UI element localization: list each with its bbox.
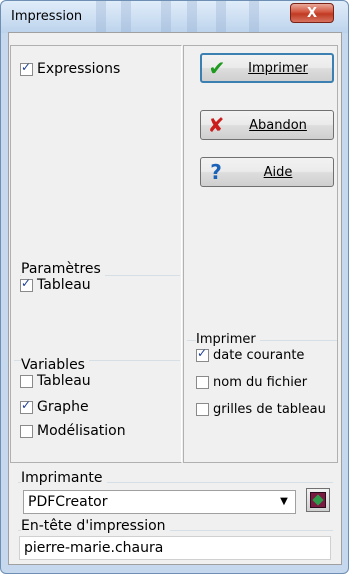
variables-modelisation-label: Modélisation bbox=[37, 423, 126, 439]
variables-modelisation-checkbox[interactable] bbox=[20, 424, 33, 438]
nom-fichier-checkbox[interactable] bbox=[196, 376, 209, 389]
imprimer-button[interactable]: ✔ Imprimer bbox=[200, 53, 334, 83]
aide-button-label: Aide bbox=[263, 164, 293, 180]
printer-select-value: PDFCreator bbox=[28, 494, 108, 510]
printer-setup-button[interactable] bbox=[306, 488, 330, 512]
date-courante-label: date courante bbox=[213, 348, 305, 363]
grilles-tableau-label: grilles de tableau bbox=[213, 402, 326, 417]
printer-select[interactable]: PDFCreator ▼ bbox=[23, 490, 296, 514]
date-courante-row[interactable]: date courante bbox=[196, 346, 305, 363]
abandon-button-label: Abandon bbox=[249, 117, 307, 133]
entete-input-value: pierre-marie.chaura bbox=[24, 540, 164, 556]
help-icon: ? bbox=[210, 160, 222, 184]
variables-tableau-label: Tableau bbox=[37, 373, 91, 389]
variables-tableau-checkbox[interactable] bbox=[20, 374, 33, 388]
date-courante-checkbox[interactable] bbox=[196, 346, 209, 362]
grilles-tableau-row[interactable]: grilles de tableau bbox=[196, 402, 326, 417]
parametres-tableau-label: Tableau bbox=[37, 277, 91, 293]
close-button[interactable]: X bbox=[290, 3, 334, 23]
nom-fichier-label: nom du fichier bbox=[213, 375, 308, 390]
imprimer-group-legend: Imprimer bbox=[196, 332, 260, 347]
title-bar: Impression X bbox=[1, 1, 348, 33]
abandon-button[interactable]: ✘ Abandon bbox=[200, 110, 334, 140]
aide-button[interactable]: ? Aide bbox=[200, 157, 334, 187]
nom-fichier-row[interactable]: nom du fichier bbox=[196, 375, 307, 390]
cross-icon: ✘ bbox=[207, 113, 225, 137]
window-title: Impression bbox=[11, 9, 83, 24]
check-icon: ✔ bbox=[208, 56, 226, 80]
variables-graphe-checkbox[interactable] bbox=[20, 398, 33, 414]
expressions-checkbox-row[interactable]: Expressions bbox=[20, 60, 121, 77]
variables-legend: Variables bbox=[21, 357, 89, 373]
imprimante-label: Imprimante bbox=[21, 470, 107, 486]
grilles-tableau-checkbox[interactable] bbox=[196, 403, 209, 416]
variables-modelisation-row[interactable]: Modélisation bbox=[20, 423, 126, 439]
parametres-tableau-row[interactable]: Tableau bbox=[20, 276, 91, 293]
variables-graphe-label: Graphe bbox=[37, 399, 89, 415]
printer-setup-icon bbox=[310, 492, 326, 508]
variables-tableau-row[interactable]: Tableau bbox=[20, 373, 91, 389]
variables-graphe-row[interactable]: Graphe bbox=[20, 398, 89, 415]
right-panel bbox=[183, 45, 338, 463]
imprimer-button-label: Imprimer bbox=[248, 60, 308, 76]
parametres-legend: Paramètres bbox=[21, 261, 105, 277]
expressions-label: Expressions bbox=[37, 61, 121, 77]
entete-label: En-tête d'impression bbox=[21, 518, 170, 534]
parametres-tableau-checkbox[interactable] bbox=[20, 276, 33, 292]
entete-input[interactable]: pierre-marie.chaura bbox=[19, 536, 331, 560]
expressions-checkbox[interactable] bbox=[20, 60, 33, 76]
chevron-down-icon[interactable]: ▼ bbox=[276, 494, 292, 510]
